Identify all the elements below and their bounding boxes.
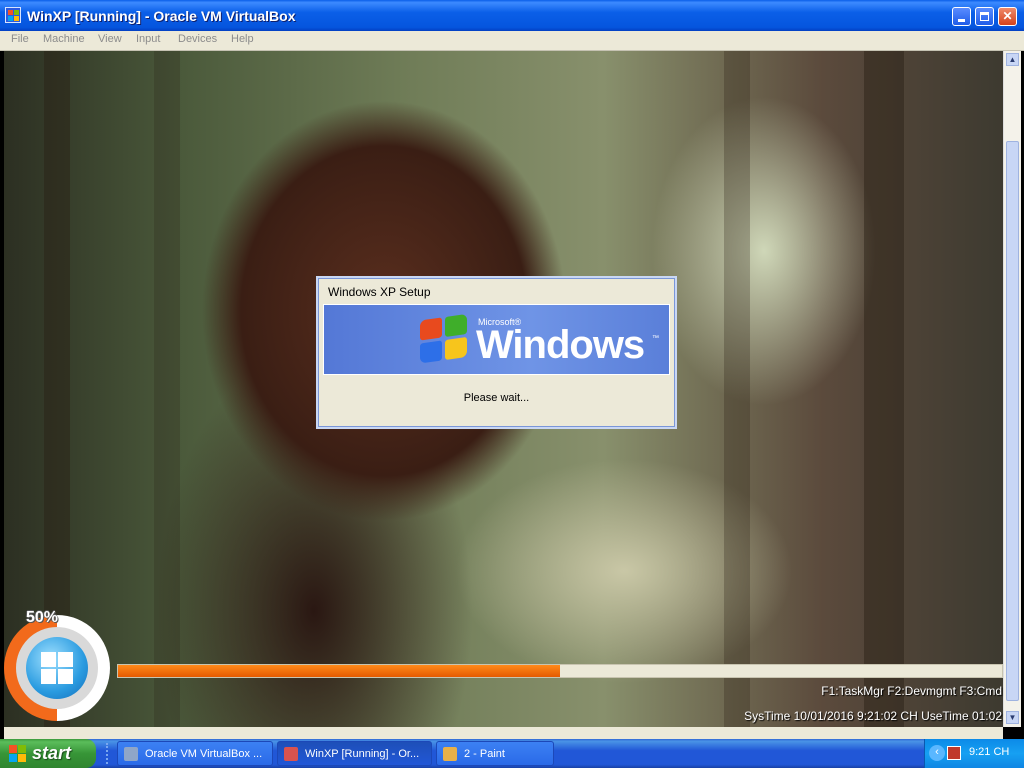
window-bottom-border (4, 727, 1003, 739)
tray-app-icon[interactable] (947, 746, 961, 760)
progress-percent-label: 50% (26, 609, 59, 626)
maximize-icon (980, 12, 989, 21)
close-button[interactable]: ✕ (998, 7, 1017, 26)
tray-expand-icon[interactable]: ‹ (929, 745, 945, 761)
progress-bar-fill (118, 665, 560, 677)
windows-logo-icon (26, 637, 88, 699)
dialog-title: Windows XP Setup (328, 285, 431, 299)
scroll-up-icon[interactable]: ▲ (1006, 53, 1019, 66)
menu-bar: File Machine View Input Devices Help (0, 31, 1024, 51)
vm-window-icon (284, 747, 298, 761)
setup-dialog: Windows XP Setup Microsoft® Windows ™ Pl… (318, 278, 675, 427)
function-key-hints: F1:TaskMgr F2:Devmgmt F3:Cmd (821, 684, 1002, 698)
virtualbox-vm-icon (5, 7, 21, 23)
taskbar: start Oracle VM VirtualBox ... WinXP [Ru… (0, 739, 1024, 768)
background-decoration (724, 51, 750, 727)
close-icon: ✕ (1002, 9, 1013, 23)
system-tray: ‹ 9:21 CH (924, 739, 1024, 768)
windows-banner: Microsoft® Windows ™ (323, 304, 670, 375)
taskbar-item-winxp-vm[interactable]: WinXP [Running] - Or... (277, 741, 432, 766)
vm-vertical-scrollbar[interactable]: ▲ ▼ (1003, 51, 1021, 727)
menu-help[interactable]: Help (231, 33, 254, 45)
start-button[interactable]: start (0, 739, 96, 768)
menu-devices[interactable]: Devices (178, 33, 217, 45)
menu-file[interactable]: File (11, 33, 29, 45)
scroll-down-icon[interactable]: ▼ (1006, 711, 1019, 724)
menu-machine[interactable]: Machine (43, 33, 85, 45)
windows-flag-icon (9, 745, 26, 762)
taskbar-item-label: WinXP [Running] - Or... (305, 748, 420, 760)
taskbar-item-label: Oracle VM VirtualBox ... (145, 748, 263, 760)
trademark-label: ™ (652, 335, 659, 342)
paint-icon (443, 747, 457, 761)
scrollbar-thumb[interactable] (1006, 141, 1019, 701)
taskbar-item-paint[interactable]: 2 - Paint (436, 741, 554, 766)
progress-bar (117, 664, 1003, 678)
taskbar-grip[interactable] (106, 743, 111, 764)
virtualbox-icon (124, 747, 138, 761)
progress-gauge: 50% (0, 605, 116, 727)
menu-view[interactable]: View (98, 33, 122, 45)
window-titlebar[interactable]: WinXP [Running] - Oracle VM VirtualBox ✕ (0, 0, 1024, 31)
background-decoration (154, 51, 180, 727)
start-label: start (32, 743, 72, 763)
minimize-button[interactable] (952, 7, 971, 26)
background-decoration (864, 51, 904, 727)
tray-clock[interactable]: 9:21 CH (969, 746, 1009, 758)
taskbar-item-label: 2 - Paint (464, 748, 505, 760)
window-title: WinXP [Running] - Oracle VM VirtualBox (27, 8, 296, 24)
minimize-icon (958, 19, 965, 22)
windows-wordmark: Windows (476, 323, 645, 367)
system-time-readout: SysTime 10/01/2016 9:21:02 CH UseTime 01… (744, 709, 1002, 723)
windows-flag-icon (420, 313, 470, 366)
maximize-button[interactable] (975, 7, 994, 26)
please-wait-text: Please wait... (463, 392, 530, 404)
taskbar-item-virtualbox-manager[interactable]: Oracle VM VirtualBox ... (117, 741, 273, 766)
menu-input[interactable]: Input (136, 33, 160, 45)
